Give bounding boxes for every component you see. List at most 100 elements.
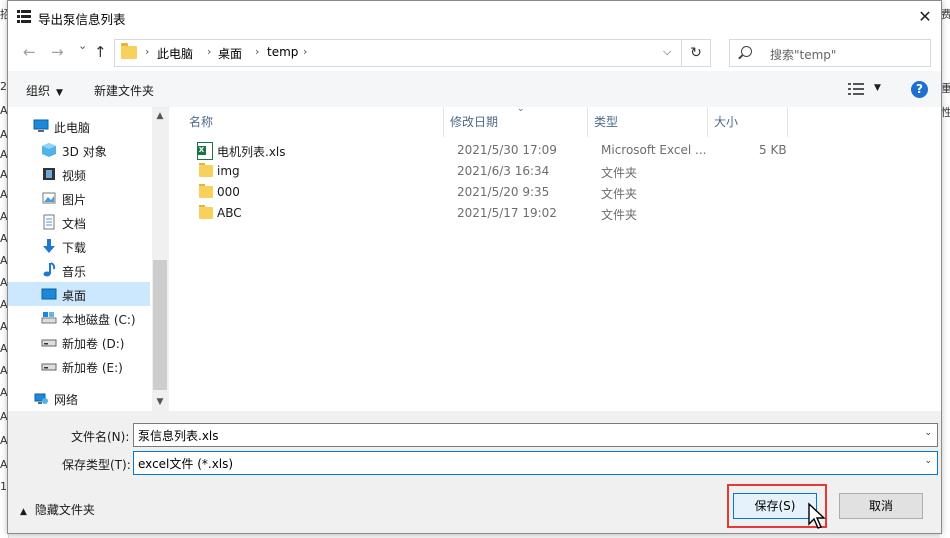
- column-divider[interactable]: [443, 107, 444, 137]
- folder-row[interactable]: 000 2021/5/20 9:35 文件夹: [189, 182, 789, 203]
- save-form: 文件名(N): 泵信息列表.xls ⌄ 保存类型(T): excel文件 (*.…: [8, 411, 941, 533]
- sidebar-item-label: 桌面: [62, 289, 87, 303]
- sidebar-item-drive-d[interactable]: 新加卷 (D:): [8, 330, 150, 354]
- sidebar-item-label: 新加卷 (E:): [62, 361, 123, 375]
- video-icon: [43, 168, 55, 180]
- recent-locations-icon[interactable]: ⌄: [78, 39, 87, 52]
- hide-folders-label: 隐藏文件夹: [34, 503, 95, 517]
- file-name: 000: [217, 185, 240, 199]
- drive-icon: [41, 363, 57, 371]
- file-row[interactable]: 电机列表.xls 2021/5/30 17:09 Microsoft Excel…: [189, 140, 789, 161]
- bg-cell: 重: [941, 82, 950, 95]
- sidebar-item-label: 图片: [62, 193, 87, 207]
- forward-arrow-icon[interactable]: →: [51, 43, 64, 61]
- dialog-title: 导出泵信息列表: [38, 12, 126, 27]
- folder-icon: [121, 43, 137, 59]
- back-arrow-icon[interactable]: ←: [23, 43, 36, 61]
- hide-folders-toggle[interactable]: ▲ 隐藏文件夹: [20, 501, 95, 518]
- caret-up-icon: ▲: [20, 507, 27, 517]
- breadcrumb-separator: ›: [303, 45, 308, 58]
- filename-field[interactable]: 泵信息列表.xls ⌄: [133, 423, 938, 447]
- filetype-label: 保存类型(T):: [62, 458, 131, 472]
- view-options-icon[interactable]: [848, 83, 864, 95]
- refresh-button[interactable]: ↻: [682, 39, 711, 67]
- organize-label: 组织: [26, 84, 51, 98]
- column-header-type[interactable]: 类型: [594, 113, 618, 130]
- column-divider[interactable]: [707, 107, 708, 137]
- excel-file-icon: [197, 142, 213, 160]
- breadcrumb-separator: ›: [207, 45, 212, 58]
- chevron-down-icon[interactable]: ⌵: [663, 45, 671, 59]
- sidebar-item-documents[interactable]: 文档: [8, 210, 150, 234]
- scroll-up-icon[interactable]: ▲: [152, 107, 168, 125]
- breadcrumb-temp[interactable]: temp: [267, 45, 298, 59]
- folder-row[interactable]: img 2021/6/3 16:34 文件夹: [189, 161, 789, 182]
- sidebar-item-3d-objects[interactable]: 3D 对象: [8, 138, 150, 162]
- sidebar-item-label: 下载: [62, 241, 87, 255]
- filename-input[interactable]: 泵信息列表.xls: [138, 427, 219, 444]
- save-button[interactable]: 保存(S): [733, 493, 817, 519]
- sidebar-item-music[interactable]: 音乐: [8, 258, 150, 282]
- sidebar-item-network[interactable]: 网络: [8, 386, 150, 410]
- search-box[interactable]: 搜索"temp": [729, 39, 931, 67]
- sidebar-item-drive-e[interactable]: 新加卷 (E:): [8, 354, 150, 378]
- cancel-button[interactable]: 取消: [839, 493, 923, 519]
- sidebar-item-desktop[interactable]: 桌面: [8, 282, 150, 306]
- sidebar-item-local-disk-c[interactable]: 本地磁盘 (C:): [8, 306, 150, 330]
- file-name: 电机列表.xls: [217, 145, 286, 159]
- view-caret-down-icon[interactable]: ▼: [874, 83, 881, 93]
- column-header-name[interactable]: 名称: [189, 113, 213, 130]
- navigation-bar: ← → ⌄ ↑ › 此电脑 › 桌面 › temp › ⌵ ↻ 搜索"temp": [8, 33, 941, 71]
- breadcrumb-desktop[interactable]: 桌面: [218, 45, 242, 62]
- file-type: 文件夹: [601, 166, 638, 180]
- sidebar-item-videos[interactable]: 视频: [8, 162, 150, 186]
- close-button[interactable]: ✕: [913, 5, 937, 29]
- bg-cell: 性: [941, 106, 950, 119]
- documents-icon: [43, 214, 55, 230]
- list-icon: [17, 10, 31, 23]
- breadcrumb-this-pc[interactable]: 此电脑: [157, 45, 193, 62]
- title-bar: 导出泵信息列表 ✕: [8, 1, 941, 33]
- sidebar-item-label: 3D 对象: [62, 145, 107, 159]
- save-dialog: 导出泵信息列表 ✕ ← → ⌄ ↑ › 此电脑 › 桌面 › temp › ⌵ …: [7, 0, 942, 534]
- column-header-size[interactable]: 大小: [714, 113, 738, 130]
- sidebar-scrollbar[interactable]: ▲ ▼: [152, 107, 168, 411]
- address-bar[interactable]: › 此电脑 › 桌面 › temp › ⌵: [114, 39, 682, 67]
- sidebar-item-pictures[interactable]: 图片: [8, 186, 150, 210]
- music-icon: [43, 262, 56, 277]
- column-header-date[interactable]: 修改日期: [450, 113, 498, 130]
- folder-row[interactable]: ABC 2021/5/17 19:02 文件夹: [189, 203, 789, 224]
- filetype-select[interactable]: excel文件 (*.xls) ⌄: [133, 451, 938, 475]
- download-icon: [43, 239, 55, 253]
- file-date: 2021/5/30 17:09: [457, 143, 557, 157]
- caret-down-icon: ▼: [56, 88, 63, 98]
- bg-cell: 1: [0, 480, 7, 493]
- sidebar-item-label: 音乐: [62, 265, 87, 279]
- filetype-value: excel文件 (*.xls): [138, 457, 234, 471]
- search-icon: [741, 46, 752, 57]
- up-arrow-icon[interactable]: ↑: [94, 43, 107, 61]
- sidebar-item-downloads[interactable]: 下载: [8, 234, 150, 258]
- help-icon[interactable]: ?: [911, 81, 928, 98]
- organize-menu[interactable]: 组织 ▼: [26, 82, 63, 99]
- file-type: 文件夹: [601, 187, 638, 201]
- new-folder-button[interactable]: 新建文件夹: [94, 82, 154, 99]
- search-input[interactable]: 搜索"temp": [770, 46, 836, 63]
- column-divider[interactable]: [587, 107, 588, 137]
- file-type: Microsoft Excel ...: [601, 143, 707, 157]
- sort-caret-icon: ⌄: [517, 104, 525, 114]
- computer-icon: [33, 119, 49, 132]
- network-icon: [34, 393, 48, 404]
- sidebar-item-label: 本地磁盘 (C:): [62, 313, 136, 327]
- chevron-down-icon[interactable]: ⌄: [924, 428, 932, 438]
- pictures-icon: [42, 192, 56, 204]
- scroll-down-icon[interactable]: ▼: [152, 393, 168, 411]
- file-name: img: [217, 164, 240, 178]
- mouse-pointer-icon: [808, 502, 826, 529]
- column-divider[interactable]: [787, 107, 788, 137]
- scrollbar-thumb[interactable]: [153, 260, 167, 390]
- sidebar-item-this-pc[interactable]: 此电脑: [8, 114, 150, 138]
- chevron-down-icon[interactable]: ⌄: [924, 456, 932, 466]
- command-bar: 组织 ▼ 新建文件夹 ▼ ?: [8, 71, 941, 108]
- sidebar-item-label: 此电脑: [54, 121, 91, 135]
